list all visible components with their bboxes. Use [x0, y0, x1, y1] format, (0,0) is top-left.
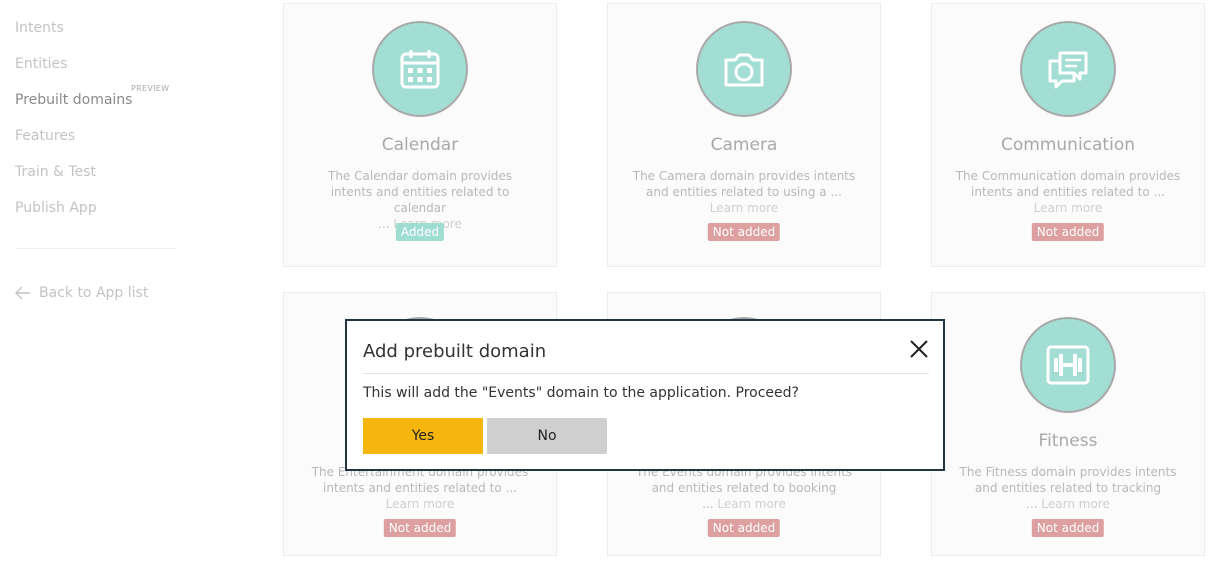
domain-card-fitness[interactable]: Fitness The Fitness domain provides inte… [931, 292, 1205, 556]
status-badge: Not added [707, 519, 781, 537]
camera-icon [696, 21, 792, 117]
yes-button[interactable]: Yes [363, 418, 483, 454]
status-badge: Not added [1031, 519, 1105, 537]
status-badge: Added [395, 223, 445, 241]
learn-more-link[interactable]: Learn more [1034, 201, 1102, 215]
dialog-divider [363, 373, 929, 374]
domain-description: The Communication domain provides intent… [955, 169, 1181, 215]
learn-more-link[interactable]: Learn more [386, 497, 454, 511]
preview-badge: PREVIEW [131, 84, 170, 93]
domain-name: Fitness [1038, 431, 1098, 451]
domain-description: The Events domain provides intents and e… [635, 465, 853, 511]
dialog-title: Add prebuilt domain [363, 341, 547, 362]
chat-icon [1020, 21, 1116, 117]
close-icon[interactable] [907, 337, 931, 361]
sidebar-item-features[interactable]: Features [15, 128, 75, 144]
sidebar-item-entities[interactable]: Entities [15, 56, 67, 72]
no-button[interactable]: No [487, 418, 607, 454]
learn-more-link[interactable]: Learn more [1041, 497, 1109, 511]
back-to-app-list-link[interactable]: Back to App list [15, 285, 148, 301]
sidebar: Intents Entities Prebuilt domains PREVIE… [0, 0, 200, 582]
domain-description: The Fitness domain provides intents and … [959, 465, 1177, 511]
calendar-icon [372, 21, 468, 117]
domain-card-communication[interactable]: Communication The Communication domain p… [931, 3, 1205, 267]
back-link-label: Back to App list [39, 285, 149, 301]
domain-name: Camera [710, 135, 778, 155]
sidebar-item-intents[interactable]: Intents [15, 20, 64, 36]
domain-name: Calendar [381, 135, 459, 155]
status-badge: Not added [1031, 223, 1105, 241]
sidebar-item-publish-app[interactable]: Publish App [15, 200, 97, 216]
dumbbell-icon [1020, 317, 1116, 413]
learn-more-link[interactable]: Learn more [717, 497, 785, 511]
add-prebuilt-domain-dialog: Add prebuilt domain This will add the "E… [345, 319, 945, 471]
domain-name: Communication [1001, 135, 1135, 155]
domain-description: The Entertainment domain provides intent… [311, 465, 529, 511]
sidebar-item-train-test[interactable]: Train & Test [15, 164, 96, 180]
domain-card-camera[interactable]: Camera The Camera domain provides intent… [607, 3, 881, 267]
status-badge: Not added [383, 519, 457, 537]
domain-description: The Camera domain provides intents and e… [632, 169, 856, 215]
sidebar-item-prebuilt-domains[interactable]: Prebuilt domains [15, 92, 132, 108]
status-badge: Not added [707, 223, 781, 241]
domain-card-calendar[interactable]: Calendar The Calendar domain provides in… [283, 3, 557, 267]
sidebar-divider [15, 248, 177, 249]
dialog-message: This will add the "Events" domain to the… [363, 385, 799, 401]
arrow-left-icon [15, 286, 30, 300]
learn-more-link[interactable]: Learn more [710, 201, 778, 215]
